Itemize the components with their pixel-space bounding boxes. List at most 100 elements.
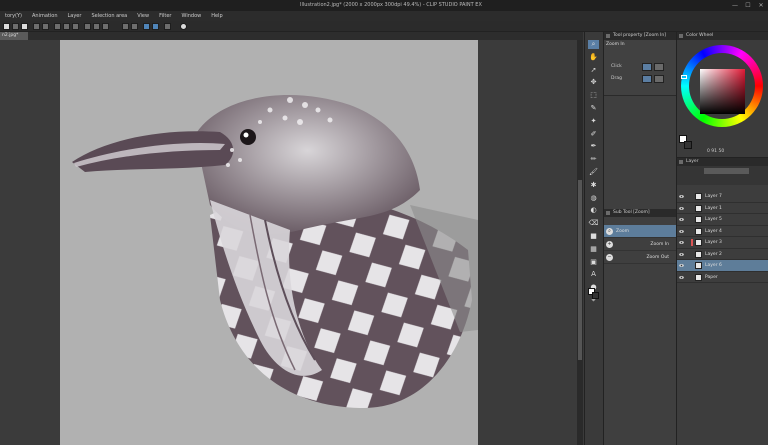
show-selection-icon[interactable]: [102, 23, 109, 30]
sub-color-mini[interactable]: [592, 292, 599, 299]
layer-name: Layer 1: [705, 205, 722, 211]
click-mode-button[interactable]: [642, 63, 652, 71]
menu-selection-area[interactable]: Selection area: [86, 13, 132, 19]
deselect-icon[interactable]: [93, 23, 100, 30]
pencil-icon[interactable]: ✏: [588, 155, 599, 164]
zoom-icon: ⌕: [606, 228, 613, 235]
eye-icon[interactable]: [679, 240, 684, 244]
layer-tab[interactable]: Layer: [677, 158, 768, 166]
fill-selection-icon[interactable]: [72, 23, 79, 30]
layer-name: Layer 5: [705, 217, 722, 222]
text-icon[interactable]: A: [588, 270, 599, 279]
save-icon[interactable]: [21, 23, 28, 30]
menu-window[interactable]: Window: [177, 13, 207, 19]
snap-ruler-icon[interactable]: [122, 23, 129, 30]
zoom-reset-icon[interactable]: [164, 23, 171, 30]
drag-label: Drag: [611, 76, 622, 81]
layer-row[interactable]: Layer 7: [677, 191, 768, 203]
decoration-icon[interactable]: ◍: [588, 194, 599, 203]
menu-animation[interactable]: Animation: [27, 13, 63, 19]
color-wheel-icon: [679, 34, 683, 38]
eye-icon[interactable]: [679, 194, 684, 198]
layer-thumbnail: [695, 204, 702, 212]
open-file-icon[interactable]: [12, 23, 19, 30]
pen-icon[interactable]: ✒: [588, 142, 599, 151]
menu-filter[interactable]: Filter: [154, 13, 176, 19]
tool-property-column: Tool property [Zoom In] Zoom In Click Dr…: [603, 32, 677, 445]
zoom-in-icon: +: [606, 241, 613, 248]
color-settings-icon[interactable]: [152, 23, 159, 30]
hue-marker[interactable]: [681, 75, 687, 79]
eye-icon[interactable]: [679, 217, 684, 221]
close-button[interactable]: ✕: [755, 1, 767, 10]
sub-tool-zoom[interactable]: ⌕ Zoom: [604, 225, 677, 238]
zoom-icon: [606, 211, 610, 215]
blending-mode-select[interactable]: [704, 168, 749, 174]
redo-icon[interactable]: [42, 23, 49, 30]
eye-icon[interactable]: [679, 275, 684, 279]
lasso-icon[interactable]: ✎: [588, 104, 599, 113]
menu-view[interactable]: View: [132, 13, 154, 19]
menu-help[interactable]: Help: [206, 13, 227, 19]
layer-row[interactable]: Layer 2: [677, 249, 768, 260]
eye-icon[interactable]: [679, 229, 684, 233]
gradient-icon[interactable]: ▦: [588, 245, 599, 254]
layer-row[interactable]: Paper: [677, 272, 768, 283]
fill-icon[interactable]: ■: [588, 232, 599, 241]
clear-outside-icon[interactable]: [63, 23, 70, 30]
layer-thumbnail: [695, 262, 702, 269]
layer-row[interactable]: Layer 1: [677, 203, 768, 214]
canvas-area[interactable]: [0, 40, 583, 445]
document-tab[interactable]: n2.jpg*: [0, 32, 28, 40]
sub-color-swatch[interactable]: [684, 141, 692, 149]
eye-icon[interactable]: [679, 263, 684, 267]
snap-grid-icon[interactable]: [143, 23, 150, 30]
minimize-button[interactable]: —: [729, 1, 741, 10]
layer-row[interactable]: Layer 4: [677, 226, 768, 237]
undo-icon[interactable]: [33, 23, 40, 30]
tool-property-tab[interactable]: Tool property [Zoom In]: [604, 32, 676, 40]
color-swatch-mini[interactable]: [586, 288, 602, 308]
selection-tool-icon[interactable]: ⬚: [588, 91, 599, 100]
drag-mode-button[interactable]: [642, 75, 652, 83]
eye-icon[interactable]: [679, 252, 684, 256]
eye-icon[interactable]: [679, 206, 684, 210]
menu-story[interactable]: tory(Y): [0, 13, 27, 19]
new-file-icon[interactable]: [3, 23, 10, 30]
maximize-button[interactable]: ☐: [742, 1, 754, 10]
zoom-tool-icon[interactable]: ⌕: [588, 40, 599, 49]
drag-option-button[interactable]: [654, 75, 664, 83]
click-option-button[interactable]: [654, 63, 664, 71]
canvas[interactable]: [60, 40, 478, 445]
layer-row[interactable]: Layer 6: [677, 260, 768, 272]
color-wheel-tab-label: Color Wheel: [686, 33, 714, 38]
title-bar: Illustration2.jpg* (2000 x 2000px 300dpi…: [0, 0, 768, 11]
clip-studio-icon[interactable]: [180, 23, 187, 30]
brush-icon[interactable]: 🖌: [588, 168, 599, 177]
transform-icon[interactable]: [84, 23, 91, 30]
eyedropper-icon[interactable]: ✐: [588, 130, 599, 139]
layer-row[interactable]: Layer 3: [677, 237, 768, 249]
blend-icon[interactable]: ◐: [588, 206, 599, 215]
sub-tool-tab[interactable]: Sub Tool [Zoom]: [604, 209, 677, 217]
layer-row[interactable]: Layer 5: [677, 214, 768, 226]
airbrush-icon[interactable]: ✱: [588, 181, 599, 190]
clear-icon[interactable]: [54, 23, 61, 30]
scrollbar-thumb[interactable]: [578, 180, 582, 360]
operation-tool-icon[interactable]: ➚: [588, 66, 599, 75]
auto-select-icon[interactable]: ✦: [588, 117, 599, 126]
crow-illustration: [72, 95, 478, 409]
layer-color-mark: [691, 239, 693, 246]
saturation-value-square[interactable]: [700, 69, 745, 114]
figure-icon[interactable]: ▣: [588, 258, 599, 267]
move-layer-icon[interactable]: ✥: [588, 78, 599, 87]
color-wheel-tab[interactable]: Color Wheel: [677, 32, 768, 40]
sub-tool-zoom-in[interactable]: + Zoom In: [604, 238, 677, 251]
hand-tool-icon[interactable]: ✋: [588, 53, 599, 62]
menu-layer[interactable]: Layer: [63, 13, 87, 19]
canvas-scrollbar[interactable]: [577, 40, 583, 445]
sub-tool-zoom-out[interactable]: − Zoom Out: [604, 251, 677, 264]
layer-tab-label: Layer: [686, 159, 699, 164]
eraser-icon[interactable]: ⌫: [588, 219, 599, 228]
snap-special-ruler-icon[interactable]: [131, 23, 138, 30]
